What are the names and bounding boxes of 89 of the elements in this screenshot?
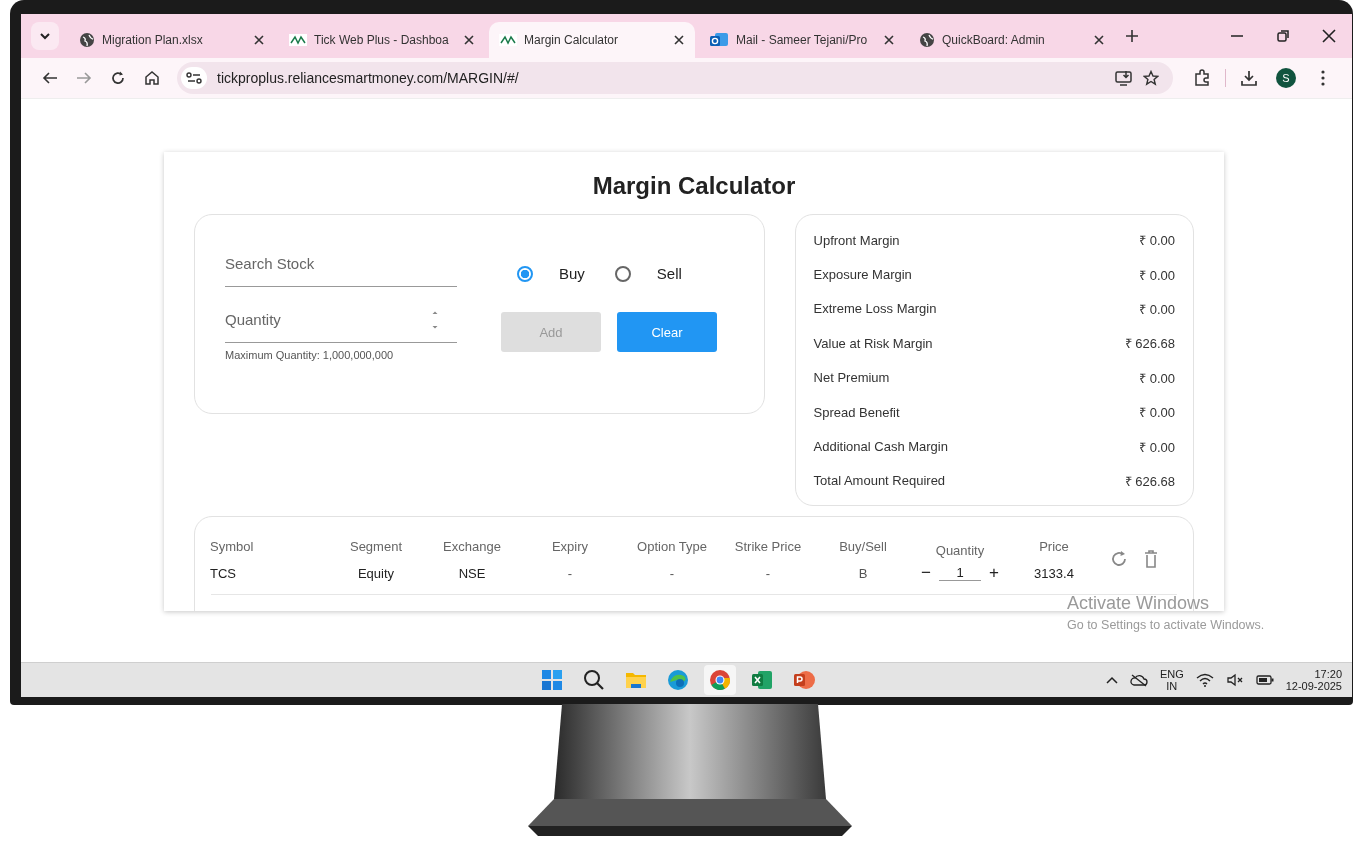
site-logo-icon [289, 34, 307, 46]
profile-avatar[interactable]: S [1276, 68, 1296, 88]
column-header: Option Type [636, 539, 708, 556]
globe-icon [79, 32, 95, 48]
tab-title: Mail - Sameer Tejani/Pro [736, 33, 869, 47]
globe-icon [919, 32, 935, 48]
search-field[interactable]: Search Stock [225, 241, 457, 287]
summary-value: ₹ 626.68 [1124, 472, 1175, 490]
summary-value: ₹ 0.00 [1139, 266, 1175, 284]
radio-button[interactable] [614, 265, 631, 282]
table-cell-text: B [857, 564, 869, 583]
wifi-icon[interactable] [1195, 673, 1214, 687]
decrement-button[interactable]: − [917, 563, 935, 583]
summary-label: Value at Risk Margin [813, 335, 933, 351]
battery-icon[interactable] [1255, 674, 1274, 686]
activation-message: Go to Settings to activate Windows. [1067, 618, 1265, 632]
table-cell-text: - [566, 564, 574, 583]
refresh-icon[interactable] [1110, 550, 1128, 568]
install-app-icon[interactable] [1115, 70, 1133, 86]
summary-value: ₹ 0.00 [1139, 232, 1175, 250]
url-text: tickproplus.reliancesmartmoney.com/MARGIN/#/ [217, 70, 519, 86]
trash-icon[interactable] [1144, 550, 1158, 568]
page-title: Margin Calculator [591, 171, 797, 201]
close-icon[interactable] [463, 34, 475, 46]
summary-label: Extreme Loss Margin [813, 301, 937, 317]
column-header: Price [1038, 539, 1070, 556]
summary-value: ₹ 0.00 [1139, 300, 1175, 318]
star-icon[interactable] [1143, 70, 1159, 86]
summary-label: Additional Cash Margin [813, 439, 948, 455]
radio-option[interactable]: Buy [517, 265, 585, 282]
increment-button[interactable]: + [985, 563, 1003, 583]
browser-tab[interactable]: Margin Calculator [489, 22, 695, 58]
radio-label: Sell [656, 265, 682, 282]
summary-value: ₹ 626.68 [1124, 335, 1175, 353]
tab-title: Tick Web Plus - Dashboa [314, 33, 450, 47]
summary-label: Total Amount Required [813, 473, 946, 489]
summary-label: Spread Benefit [813, 404, 900, 420]
mail-icon [709, 32, 729, 48]
tab-title: QuickBoard: Admin [942, 33, 1046, 47]
tab-title: Migration Plan.xlsx [102, 33, 204, 47]
table-cell-text: Equity [356, 564, 396, 583]
quantity-input[interactable]: 1 [939, 565, 981, 581]
column-header: Buy/Sell [838, 539, 888, 556]
summary-value: ₹ 0.00 [1139, 369, 1175, 387]
table-cell-text: 3133.4 [1033, 564, 1075, 583]
radio-label: Buy [559, 265, 585, 282]
site-settings-icon[interactable] [181, 67, 207, 89]
column-header: Symbol [210, 539, 255, 556]
close-icon[interactable] [1093, 34, 1105, 46]
spinner-arrows-icon[interactable] [431, 309, 439, 331]
summary-value: ₹ 0.00 [1139, 404, 1175, 422]
activation-title: Activate Windows [1067, 593, 1211, 614]
close-icon[interactable] [253, 34, 265, 46]
clock-date[interactable]: 12-09-2025 [1285, 680, 1342, 693]
radio-option[interactable]: Sell [614, 265, 682, 282]
summary-label: Net Premium [813, 370, 890, 386]
column-header: Segment [348, 539, 403, 556]
speaker-muted-icon[interactable] [1225, 673, 1244, 687]
site-logo-icon [499, 34, 517, 46]
browser-tab[interactable]: Tick Web Plus - Dashboa [279, 22, 485, 58]
dropdown-caret-icon[interactable] [31, 22, 59, 50]
browser-tab[interactable]: Migration Plan.xlsx [69, 22, 275, 58]
browser-tab[interactable]: QuickBoard: Admin [909, 22, 1115, 58]
close-icon[interactable] [883, 34, 895, 46]
column-header: Quantity [934, 542, 986, 558]
helper-text: Maximum Quantity: 1,000,000,000 [225, 349, 395, 361]
address-bar[interactable]: tickproplus.reliancesmartmoney.com/MARGIN/#/ [177, 62, 1173, 94]
chevron-up-icon[interactable] [1105, 676, 1118, 684]
table-cell-text: - [764, 564, 772, 583]
plus-icon[interactable] [1125, 29, 1139, 43]
tab-title: Margin Calculator [524, 33, 620, 47]
table-cell-text: NSE [457, 564, 487, 583]
region-indicator[interactable]: IN [1166, 680, 1178, 693]
close-icon[interactable] [673, 34, 685, 46]
chrome-icon[interactable] [704, 665, 736, 695]
browser-tab[interactable]: Mail - Sameer Tejani/Pro [699, 22, 905, 58]
clock-time[interactable]: 17:20 [1314, 667, 1342, 680]
radio-button[interactable] [517, 265, 533, 282]
summary-label: Exposure Margin [813, 267, 912, 283]
cloud-offline-icon[interactable] [1129, 673, 1148, 687]
quantity-field[interactable]: Quantity [225, 297, 457, 343]
summary-value: ₹ 0.00 [1139, 438, 1175, 456]
column-header: Strike Price [733, 539, 803, 556]
table-cell-text: - [668, 564, 676, 583]
language-indicator[interactable]: ENG [1159, 667, 1184, 680]
table-cell-text: TCS [210, 564, 237, 583]
column-header: Exchange [442, 539, 502, 556]
summary-label: Upfront Margin [813, 232, 900, 248]
column-header: Expiry [550, 539, 590, 556]
